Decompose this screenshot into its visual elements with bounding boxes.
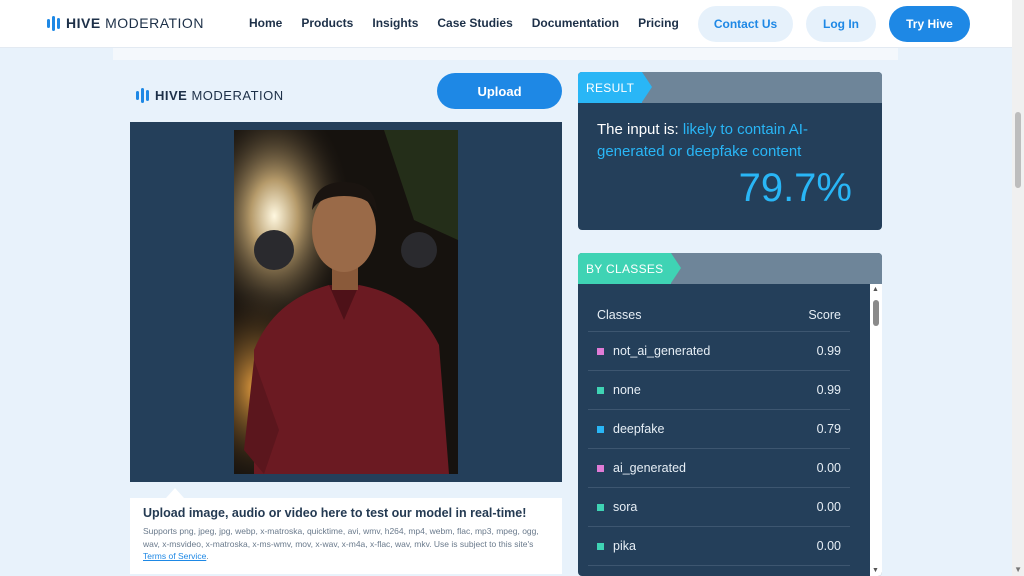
nav-link-home[interactable]: Home xyxy=(249,16,282,30)
scroll-down-arrow-icon[interactable]: ▼ xyxy=(1014,565,1022,574)
nav-link-insights[interactable]: Insights xyxy=(372,16,418,30)
scroll-down-arrow-icon[interactable]: ▼ xyxy=(872,567,879,574)
class-name: pika xyxy=(613,539,636,553)
class-name: deepfake xyxy=(613,422,665,436)
brand-name-rest: MODERATION xyxy=(105,15,204,31)
nav-link-case-studies[interactable]: Case Studies xyxy=(437,16,512,30)
classes-card-header: BY CLASSES xyxy=(578,253,882,284)
uploaded-image xyxy=(234,130,458,474)
contact-us-button[interactable]: Contact Us xyxy=(698,6,793,42)
hive-logo-icon xyxy=(47,15,60,31)
result-card-header: RESULT xyxy=(578,72,882,103)
nav-link-products[interactable]: Products xyxy=(301,16,353,30)
table-row: none 0.99 xyxy=(588,371,850,410)
nav-links: Home Products Insights Case Studies Docu… xyxy=(249,16,679,30)
terms-end-text: . xyxy=(206,551,209,561)
class-color-swatch xyxy=(597,503,604,511)
class-score: 0.99 xyxy=(816,344,841,358)
result-tag: RESULT xyxy=(578,72,653,103)
class-color-swatch xyxy=(597,542,604,550)
class-score: 0.99 xyxy=(816,383,841,397)
result-verdict: The input is: likely to contain AI-gener… xyxy=(597,119,867,163)
column-header-classes: Classes xyxy=(597,307,642,322)
class-score: 0.00 xyxy=(816,539,841,553)
result-card: RESULT The input is: likely to contain A… xyxy=(578,72,882,230)
classes-tag: BY CLASSES xyxy=(578,253,683,284)
demo-brand-rest: MODERATION xyxy=(191,88,284,103)
panel-top-strip xyxy=(113,48,898,60)
page-scrollbar[interactable]: ▼ xyxy=(1012,0,1024,576)
scroll-up-arrow-icon[interactable]: ▲ xyxy=(872,286,879,293)
class-score: 0.00 xyxy=(816,461,841,475)
hive-logo-icon xyxy=(136,88,149,103)
upload-button[interactable]: Upload xyxy=(437,73,562,109)
top-navbar: HIVE MODERATION Home Products Insights C… xyxy=(0,0,1012,48)
table-row: deepfake 0.79 xyxy=(588,410,850,449)
classes-scrollbar[interactable]: ▲ ▼ xyxy=(870,284,882,576)
class-color-swatch xyxy=(597,464,604,472)
demo-brand-bold: HIVE xyxy=(155,88,188,103)
uploaded-photo-icon xyxy=(234,130,458,474)
classes-scrollbar-thumb[interactable] xyxy=(873,300,879,326)
class-name: none xyxy=(613,383,641,397)
classes-card: BY CLASSES Classes Score not_ai_generate… xyxy=(578,253,882,576)
try-hive-button[interactable]: Try Hive xyxy=(889,6,970,42)
upload-info-title: Upload image, audio or video here to tes… xyxy=(143,506,527,520)
terms-of-service-link[interactable]: Terms of Service xyxy=(143,551,206,561)
table-row: sora 0.00 xyxy=(588,488,850,527)
nav-link-pricing[interactable]: Pricing xyxy=(638,16,679,30)
class-score: 0.00 xyxy=(816,500,841,514)
info-caret xyxy=(166,488,184,498)
class-color-swatch xyxy=(597,386,604,394)
page-scrollbar-thumb[interactable] xyxy=(1015,112,1021,188)
classes-table: Classes Score not_ai_generated 0.99 none… xyxy=(588,298,850,566)
result-percentage: 79.7% xyxy=(738,166,852,210)
table-row: pika 0.00 xyxy=(588,527,850,566)
table-row: not_ai_generated 0.99 xyxy=(588,332,850,371)
class-name: ai_generated xyxy=(613,461,686,475)
column-header-score: Score xyxy=(808,307,841,322)
class-name: sora xyxy=(613,500,638,514)
upload-info-body: Supports png, jpeg, jpg, webp, x-matrosk… xyxy=(143,525,549,563)
table-row: ai_generated 0.00 xyxy=(588,449,850,488)
brand-name-bold: HIVE xyxy=(66,15,101,31)
supported-formats-text: Supports png, jpeg, jpg, webp, x-matrosk… xyxy=(143,526,539,549)
classes-table-header: Classes Score xyxy=(588,298,850,332)
class-color-swatch xyxy=(597,425,604,433)
nav-link-documentation[interactable]: Documentation xyxy=(532,16,619,30)
class-name: not_ai_generated xyxy=(613,344,711,358)
brand-logo[interactable]: HIVE MODERATION xyxy=(47,15,204,31)
verdict-prefix: The input is: xyxy=(597,121,683,138)
class-color-swatch xyxy=(597,347,604,355)
upload-info-box: Upload image, audio or video here to tes… xyxy=(130,498,562,574)
demo-brand-logo: HIVE MODERATION xyxy=(136,88,284,103)
log-in-button[interactable]: Log In xyxy=(806,6,876,42)
class-score: 0.79 xyxy=(816,422,841,436)
